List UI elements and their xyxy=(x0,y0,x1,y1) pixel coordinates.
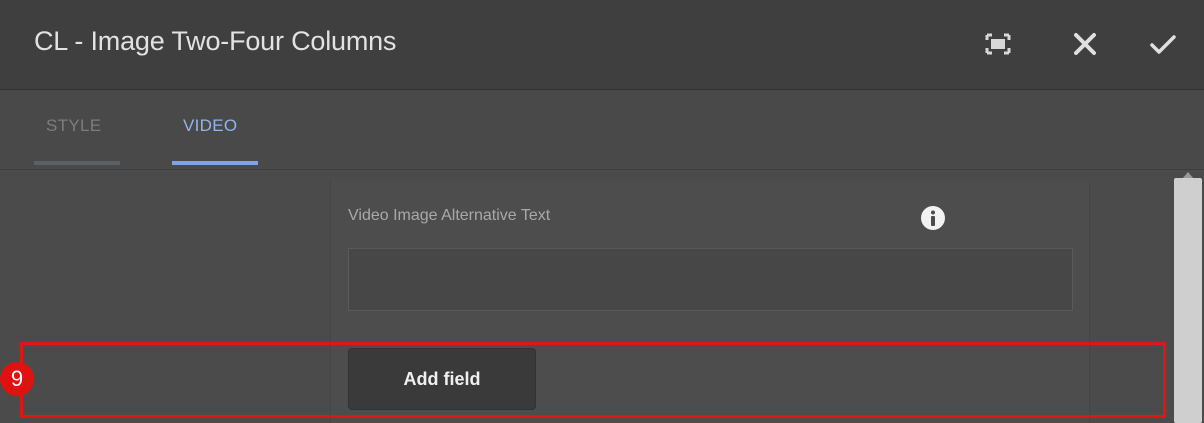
checkmark-icon xyxy=(1150,35,1176,54)
add-field-button[interactable]: Add field xyxy=(348,348,536,410)
close-icon xyxy=(1074,33,1096,55)
video-image-alt-text-label: Video Image Alternative Text xyxy=(348,207,551,224)
dialog-title: CL - Image Two-Four Columns xyxy=(34,26,397,56)
dialog-header: CL - Image Two-Four Columns xyxy=(0,0,1204,90)
scrollbar-thumb[interactable] xyxy=(1174,178,1202,423)
close-button[interactable] xyxy=(1068,27,1102,61)
video-image-alt-text-input[interactable] xyxy=(348,248,1073,311)
tab-style[interactable]: STYLE xyxy=(46,116,101,136)
info-icon[interactable] xyxy=(920,205,946,231)
tab-bar: STYLE VIDEO xyxy=(0,90,1204,170)
tab-video[interactable]: VIDEO xyxy=(183,116,237,136)
fullscreen-icon xyxy=(985,33,1011,55)
step-number-badge: 9 xyxy=(0,362,34,396)
done-button[interactable] xyxy=(1146,27,1180,61)
tab-video-active-indicator xyxy=(172,161,258,165)
tab-style-underline xyxy=(34,161,120,165)
dialog: CL - Image Two-Four Columns STYLE VIDEO xyxy=(0,0,1204,423)
fullscreen-button[interactable] xyxy=(981,27,1015,61)
